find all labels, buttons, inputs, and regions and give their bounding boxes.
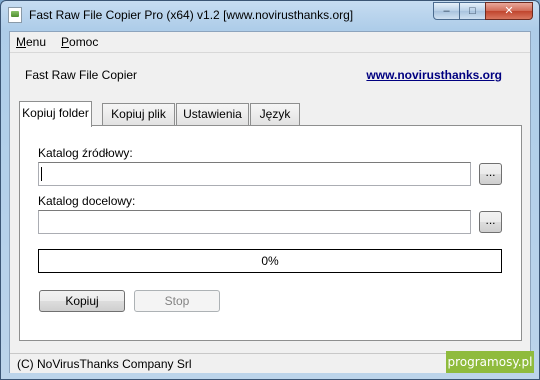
text-caret bbox=[41, 167, 42, 181]
browse-destination-button[interactable]: ... bbox=[479, 211, 502, 233]
progress-bar: 0% bbox=[38, 249, 502, 273]
progress-percent: 0% bbox=[261, 254, 279, 268]
window-title: Fast Raw File Copier Pro (x64) v1.2 [www… bbox=[29, 8, 354, 22]
stop-button[interactable]: Stop bbox=[134, 290, 220, 312]
menu-item-help-label: omoc bbox=[69, 35, 99, 49]
menu-item-menu[interactable]: Menu bbox=[16, 35, 46, 49]
browse-source-button[interactable]: ... bbox=[479, 163, 502, 185]
client-area: Menu Pomoc Fast Raw File Copier www.novi… bbox=[9, 31, 531, 373]
menu-item-menu-label: enu bbox=[26, 35, 47, 49]
menu-bar: Menu Pomoc bbox=[10, 32, 530, 53]
app-file-icon[interactable] bbox=[8, 7, 22, 23]
destination-folder-label: Katalog docelowy: bbox=[38, 194, 136, 208]
tab-language[interactable]: Język bbox=[250, 103, 300, 125]
tab-copy-file[interactable]: Kopiuj plik bbox=[102, 103, 175, 125]
destination-folder-input[interactable] bbox=[38, 210, 471, 234]
menu-item-help[interactable]: Pomoc bbox=[61, 35, 98, 49]
tab-copy-folder[interactable]: Kopiuj folder bbox=[19, 101, 92, 127]
tab-settings[interactable]: Ustawienia bbox=[176, 103, 249, 125]
app-window: Fast Raw File Copier Pro (x64) v1.2 [www… bbox=[0, 0, 540, 380]
copy-button[interactable]: Kopiuj bbox=[39, 290, 125, 312]
app-heading: Fast Raw File Copier bbox=[25, 68, 138, 82]
menu-item-menu-accel: M bbox=[16, 35, 26, 49]
tab-panel: Katalog źródłowy: ... Katalog docelowy: … bbox=[19, 125, 522, 341]
watermark-logo: programosy.pl bbox=[446, 351, 534, 373]
source-folder-label: Katalog źródłowy: bbox=[38, 146, 133, 160]
minimize-button[interactable]: – bbox=[433, 2, 460, 20]
title-bar[interactable]: Fast Raw File Copier Pro (x64) v1.2 [www… bbox=[1, 1, 539, 29]
close-button[interactable]: ✕ bbox=[485, 2, 533, 20]
menu-item-help-accel: P bbox=[61, 35, 70, 49]
source-folder-input[interactable] bbox=[38, 162, 471, 186]
website-link[interactable]: www.novirusthanks.org bbox=[366, 68, 502, 82]
copyright-text: (C) NoVirusThanks Company Srl bbox=[17, 357, 192, 371]
maximize-button[interactable]: □ bbox=[459, 2, 486, 20]
